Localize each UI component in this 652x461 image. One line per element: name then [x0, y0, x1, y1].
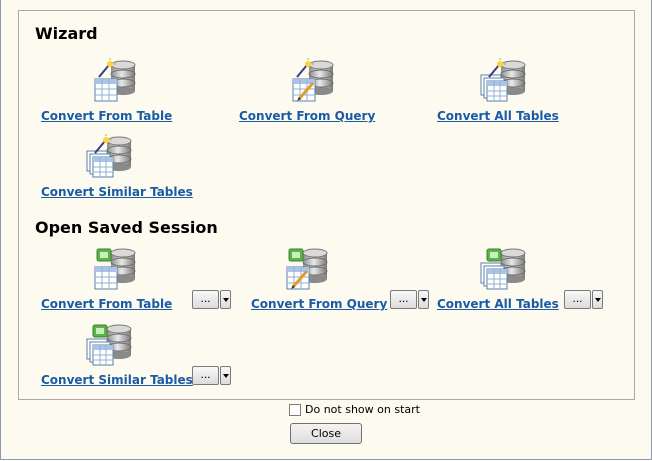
do-not-show-checkbox[interactable]: [289, 404, 301, 416]
wizard-section-title: Wizard: [35, 24, 98, 43]
saved-convert-all-tables-browse-button[interactable]: ...: [564, 290, 591, 309]
saved-session-section-title: Open Saved Session: [35, 218, 218, 237]
table-db-wand-icon[interactable]: [89, 57, 141, 109]
saved-convert-from-query-dropdown-button[interactable]: [418, 290, 429, 309]
wizard-convert-similar-tables-link[interactable]: Convert Similar Tables: [41, 185, 193, 199]
similar-tables-db-session-icon[interactable]: [85, 321, 137, 373]
saved-convert-from-query-browse-button[interactable]: ...: [390, 290, 417, 309]
saved-convert-similar-tables-link[interactable]: Convert Similar Tables: [41, 373, 193, 387]
saved-convert-similar-tables-dropdown-button[interactable]: [220, 366, 231, 385]
saved-convert-all-tables-dropdown-button[interactable]: [592, 290, 603, 309]
query-db-wand-icon[interactable]: [287, 57, 339, 109]
saved-convert-from-table-browse-button[interactable]: ...: [192, 290, 219, 309]
wizard-convert-all-tables-link[interactable]: Convert All Tables: [437, 109, 559, 123]
wizard-convert-from-table-link[interactable]: Convert From Table: [41, 109, 172, 123]
close-button[interactable]: Close: [290, 423, 362, 444]
saved-convert-similar-tables-browse-button[interactable]: ...: [192, 366, 219, 385]
all-tables-db-session-icon[interactable]: [479, 245, 531, 297]
do-not-show-label[interactable]: Do not show on start: [305, 403, 420, 416]
saved-convert-from-table-link[interactable]: Convert From Table: [41, 297, 172, 311]
main-panel: Wizard Convert From Table Convert From Q…: [18, 10, 635, 400]
saved-convert-from-query-link[interactable]: Convert From Query: [251, 297, 387, 311]
query-db-session-icon[interactable]: [281, 245, 333, 297]
all-tables-db-wand-icon[interactable]: [479, 57, 531, 109]
saved-convert-all-tables-link[interactable]: Convert All Tables: [437, 297, 559, 311]
wizard-convert-from-query-link[interactable]: Convert From Query: [239, 109, 375, 123]
wizard-dialog: Wizard Convert From Table Convert From Q…: [0, 0, 652, 460]
table-db-session-icon[interactable]: [89, 245, 141, 297]
similar-tables-db-wand-icon[interactable]: [85, 133, 137, 185]
saved-convert-from-table-dropdown-button[interactable]: [220, 290, 231, 309]
